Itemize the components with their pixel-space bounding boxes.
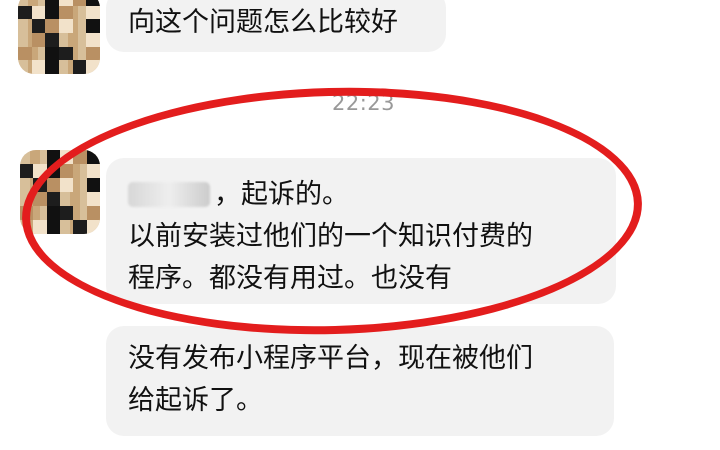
- message-text-top: 向这个问题怎么比较好: [128, 7, 398, 38]
- message-bubble-top[interactable]: 向这个问题怎么比较好: [106, 0, 446, 52]
- avatar-highlighted[interactable]: [20, 150, 100, 234]
- chat-screen: 向这个问题怎么比较好 22:23 ，起诉的。 以前安装过他们的一个知识付费的 程…: [0, 0, 720, 450]
- message-line-bottom-1: 没有发布小程序平台，现在被他们: [128, 343, 533, 374]
- redacted-name: [128, 182, 210, 207]
- avatar-mosaic-icon: [18, 0, 100, 74]
- message-line-highlighted-3: 程序。都没有用过。也没有: [128, 263, 452, 294]
- avatar-top[interactable]: [18, 0, 100, 74]
- message-bubble-highlighted[interactable]: ，起诉的。 以前安装过他们的一个知识付费的 程序。都没有用过。也没有: [106, 158, 616, 304]
- avatar-mosaic-icon: [20, 150, 100, 234]
- message-line-bottom-2: 给起诉了。: [128, 385, 263, 416]
- message-line-highlighted-2: 以前安装过他们的一个知识付费的: [128, 221, 533, 252]
- message-timestamp: 22:23: [332, 91, 396, 115]
- message-text-highlighted-1: ，起诉的。: [214, 179, 349, 210]
- message-bubble-bottom[interactable]: 没有发布小程序平台，现在被他们 给起诉了。: [106, 326, 614, 436]
- message-line-highlighted-1: ，起诉的。: [128, 174, 594, 216]
